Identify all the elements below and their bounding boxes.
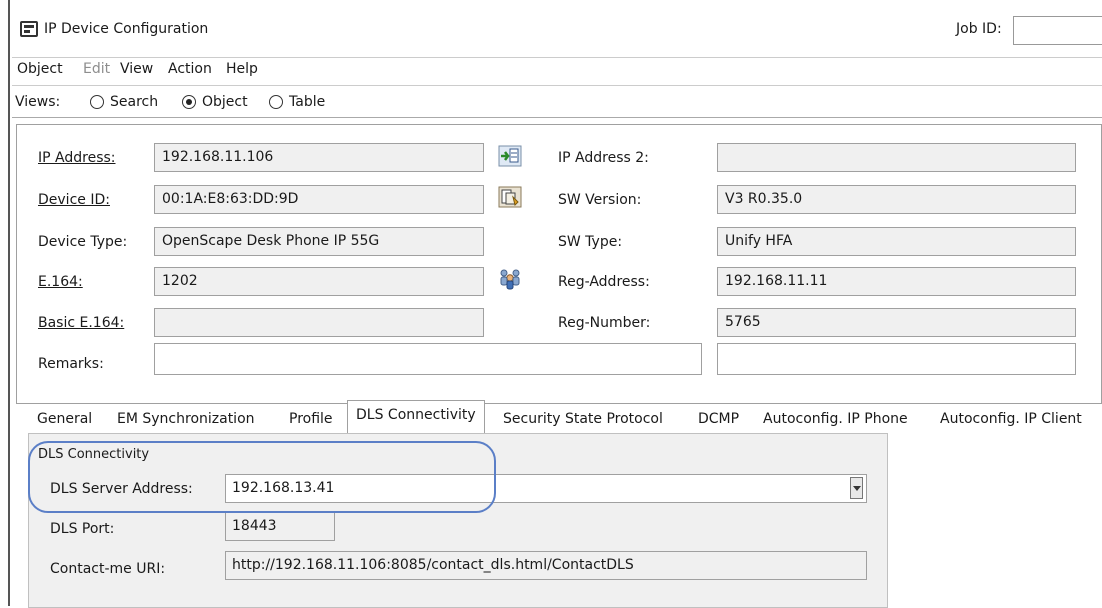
remarks-field[interactable] bbox=[154, 343, 702, 375]
device-id-field[interactable]: 00:1A:E8:63:DD:9D bbox=[154, 185, 484, 214]
tab-dcmp[interactable]: DCMP bbox=[698, 407, 739, 435]
sw-type-label: SW Type: bbox=[558, 234, 623, 250]
menu-object[interactable]: Object bbox=[17, 61, 63, 77]
basic-e164-field[interactable] bbox=[154, 308, 484, 337]
job-id-label: Job ID: bbox=[956, 21, 1002, 37]
views-bar bbox=[12, 90, 1102, 118]
tab-autoconfig-ip-client[interactable]: Autoconfig. IP Client bbox=[940, 407, 1082, 435]
menu-help[interactable]: Help bbox=[226, 61, 258, 77]
window-app-icon bbox=[20, 21, 38, 37]
contact-me-uri-label: Contact-me URI: bbox=[50, 561, 166, 577]
radio-search[interactable] bbox=[90, 95, 104, 109]
job-id-input[interactable] bbox=[1013, 16, 1102, 45]
radio-search-label[interactable]: Search bbox=[110, 94, 158, 110]
basic-e164-label[interactable]: Basic E.164: bbox=[38, 315, 124, 331]
tab-em-synchronization[interactable]: EM Synchronization bbox=[117, 407, 255, 435]
chevron-down-icon[interactable] bbox=[850, 477, 863, 499]
users-icon[interactable] bbox=[498, 268, 522, 290]
radio-object[interactable] bbox=[182, 95, 196, 109]
ip-address-2-label: IP Address 2: bbox=[558, 150, 649, 166]
reg-number-field[interactable]: 5765 bbox=[717, 308, 1076, 337]
menu-action[interactable]: Action bbox=[168, 61, 212, 77]
radio-table-label[interactable]: Table bbox=[289, 94, 325, 110]
sw-type-field[interactable]: Unify HFA bbox=[717, 227, 1076, 256]
radio-table[interactable] bbox=[269, 95, 283, 109]
views-label: Views: bbox=[15, 94, 61, 110]
contact-me-uri-field[interactable]: http://192.168.11.106:8085/contact_dls.h… bbox=[225, 551, 867, 580]
device-id-label[interactable]: Device ID: bbox=[38, 192, 110, 208]
ip-address-label[interactable]: IP Address: bbox=[38, 150, 116, 166]
tab-autoconfig-ip-phone[interactable]: Autoconfig. IP Phone bbox=[763, 407, 908, 435]
radio-object-label[interactable]: Object bbox=[202, 94, 248, 110]
reg-address-label: Reg-Address: bbox=[558, 274, 650, 290]
window-left-edge bbox=[8, 0, 10, 606]
reg-number-label: Reg-Number: bbox=[558, 315, 651, 331]
dls-port-field[interactable]: 18443 bbox=[225, 512, 335, 541]
e164-field[interactable]: 1202 bbox=[154, 267, 484, 296]
tab-profile[interactable]: Profile bbox=[289, 407, 333, 435]
device-details-icon[interactable] bbox=[498, 186, 522, 208]
ping-icon[interactable] bbox=[498, 145, 522, 167]
device-type-field[interactable]: OpenScape Desk Phone IP 55G bbox=[154, 227, 484, 256]
ip-address-2-field[interactable] bbox=[717, 143, 1076, 172]
e164-label[interactable]: E.164: bbox=[38, 274, 83, 290]
highlight-annotation bbox=[28, 441, 496, 513]
remarks-label: Remarks: bbox=[38, 356, 104, 372]
menu-edit[interactable]: Edit bbox=[83, 61, 110, 77]
ip-address-field[interactable]: 192.168.11.106 bbox=[154, 143, 484, 172]
device-type-label: Device Type: bbox=[38, 234, 128, 250]
window-title: IP Device Configuration bbox=[44, 21, 209, 37]
tab-general[interactable]: General bbox=[37, 407, 92, 435]
tab-security-state-protocol[interactable]: Security State Protocol bbox=[503, 407, 663, 435]
remarks-field-2[interactable] bbox=[717, 343, 1076, 375]
reg-address-field[interactable]: 192.168.11.11 bbox=[717, 267, 1076, 296]
menu-view[interactable]: View bbox=[120, 61, 153, 77]
sw-version-label: SW Version: bbox=[558, 192, 642, 208]
sw-version-field[interactable]: V3 R0.35.0 bbox=[717, 185, 1076, 214]
tab-dls-connectivity[interactable]: DLS Connectivity bbox=[347, 400, 485, 434]
dls-port-label: DLS Port: bbox=[50, 521, 115, 537]
